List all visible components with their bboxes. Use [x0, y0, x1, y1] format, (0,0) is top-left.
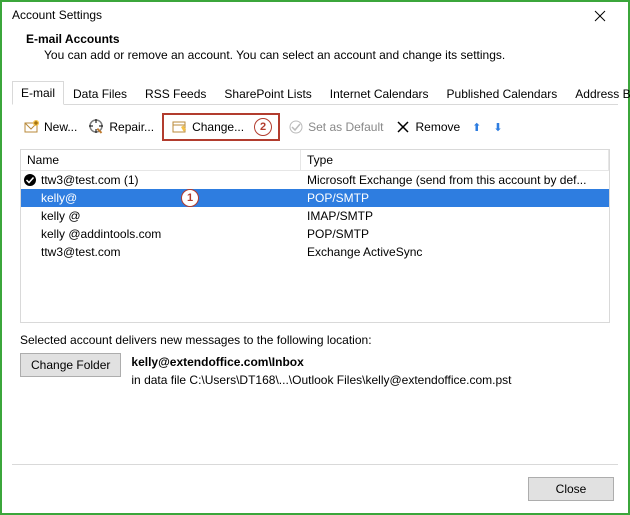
account-name: ttw3@test.com (1)	[21, 173, 301, 187]
change-button-highlight: Change... 2	[162, 113, 280, 141]
table-row[interactable]: kelly @addintools.com POP/SMTP	[21, 225, 609, 243]
table-row[interactable]: kelly @ IMAP/SMTP	[21, 207, 609, 225]
new-button-label: New...	[44, 120, 77, 134]
new-button[interactable]: New...	[20, 117, 81, 137]
repair-button-label: Repair...	[109, 120, 154, 134]
account-type: POP/SMTP	[301, 227, 609, 241]
account-type: Exchange ActiveSync	[301, 245, 609, 259]
header-subtitle: You can add or remove an account. You ca…	[26, 48, 612, 62]
default-account-check-icon	[23, 173, 37, 190]
titlebar: Account Settings	[2, 2, 628, 28]
accounts-table: Name Type ttw3@test.com (1) Microsoft Ex…	[20, 149, 610, 323]
tab-email[interactable]: E-mail	[12, 81, 64, 105]
tabs-row: E-mail Data Files RSS Feeds SharePoint L…	[12, 80, 618, 105]
tab-data-files[interactable]: Data Files	[64, 82, 136, 105]
tab-address-books[interactable]: Address Books	[566, 82, 630, 105]
check-circle-icon	[288, 119, 304, 135]
account-name: ttw3@test.com	[21, 245, 301, 259]
arrow-up-icon: ⬆	[472, 121, 481, 134]
account-name: kelly@	[21, 191, 301, 205]
delivery-intro: Selected account delivers new messages t…	[20, 333, 610, 347]
account-name: kelly @	[21, 209, 301, 223]
tab-internet-calendars[interactable]: Internet Calendars	[321, 82, 438, 105]
table-row[interactable]: ttw3@test.com (1) Microsoft Exchange (se…	[21, 171, 609, 189]
column-header-name[interactable]: Name	[21, 150, 301, 170]
delivery-section: Selected account delivers new messages t…	[2, 323, 628, 389]
delivery-location: kelly@extendoffice.com\Inbox in data fil…	[131, 353, 511, 389]
repair-button[interactable]: Repair...	[85, 117, 158, 137]
footer-separator	[12, 464, 618, 465]
header-block: E-mail Accounts You can add or remove an…	[2, 28, 628, 72]
table-row[interactable]: ttw3@test.com Exchange ActiveSync	[21, 243, 609, 261]
move-down-button[interactable]: ⬇	[489, 119, 506, 136]
set-default-button[interactable]: Set as Default	[284, 117, 387, 137]
account-type: IMAP/SMTP	[301, 209, 609, 223]
window-close-button[interactable]	[580, 8, 620, 28]
arrow-down-icon: ⬇	[493, 121, 502, 134]
remove-button-label: Remove	[415, 120, 460, 134]
remove-button[interactable]: Remove	[391, 117, 464, 137]
callout-one: 1	[181, 189, 199, 207]
header-heading: E-mail Accounts	[26, 32, 612, 46]
table-row[interactable]: kelly@ POP/SMTP 1	[21, 189, 609, 207]
delivery-location-path: in data file C:\Users\DT168\...\Outlook …	[131, 373, 511, 387]
close-icon	[594, 10, 606, 22]
close-button[interactable]: Close	[528, 477, 614, 501]
tab-published-calendars[interactable]: Published Calendars	[438, 82, 567, 105]
move-up-button[interactable]: ⬆	[468, 119, 485, 136]
change-button[interactable]: Change...	[168, 117, 248, 137]
account-type: POP/SMTP	[301, 191, 609, 205]
toolbar: New... Repair... Change... 2 Set a	[2, 105, 628, 149]
callout-one-wrapper: 1	[181, 189, 199, 207]
change-icon	[172, 119, 188, 135]
delivery-location-bold: kelly@extendoffice.com\Inbox	[131, 355, 303, 369]
repair-icon	[89, 119, 105, 135]
remove-icon	[395, 119, 411, 135]
window-title: Account Settings	[12, 8, 102, 22]
table-header: Name Type	[21, 150, 609, 171]
account-type: Microsoft Exchange (send from this accou…	[301, 173, 609, 187]
account-name: kelly @addintools.com	[21, 227, 301, 241]
change-folder-button[interactable]: Change Folder	[20, 353, 121, 377]
tab-rss-feeds[interactable]: RSS Feeds	[136, 82, 215, 105]
set-default-button-label: Set as Default	[308, 120, 383, 134]
change-button-label: Change...	[192, 120, 244, 134]
new-mail-icon	[24, 119, 40, 135]
table-body: ttw3@test.com (1) Microsoft Exchange (se…	[21, 171, 609, 261]
callout-two: 2	[254, 118, 272, 136]
column-header-type[interactable]: Type	[301, 150, 609, 170]
tab-sharepoint-lists[interactable]: SharePoint Lists	[215, 82, 320, 105]
